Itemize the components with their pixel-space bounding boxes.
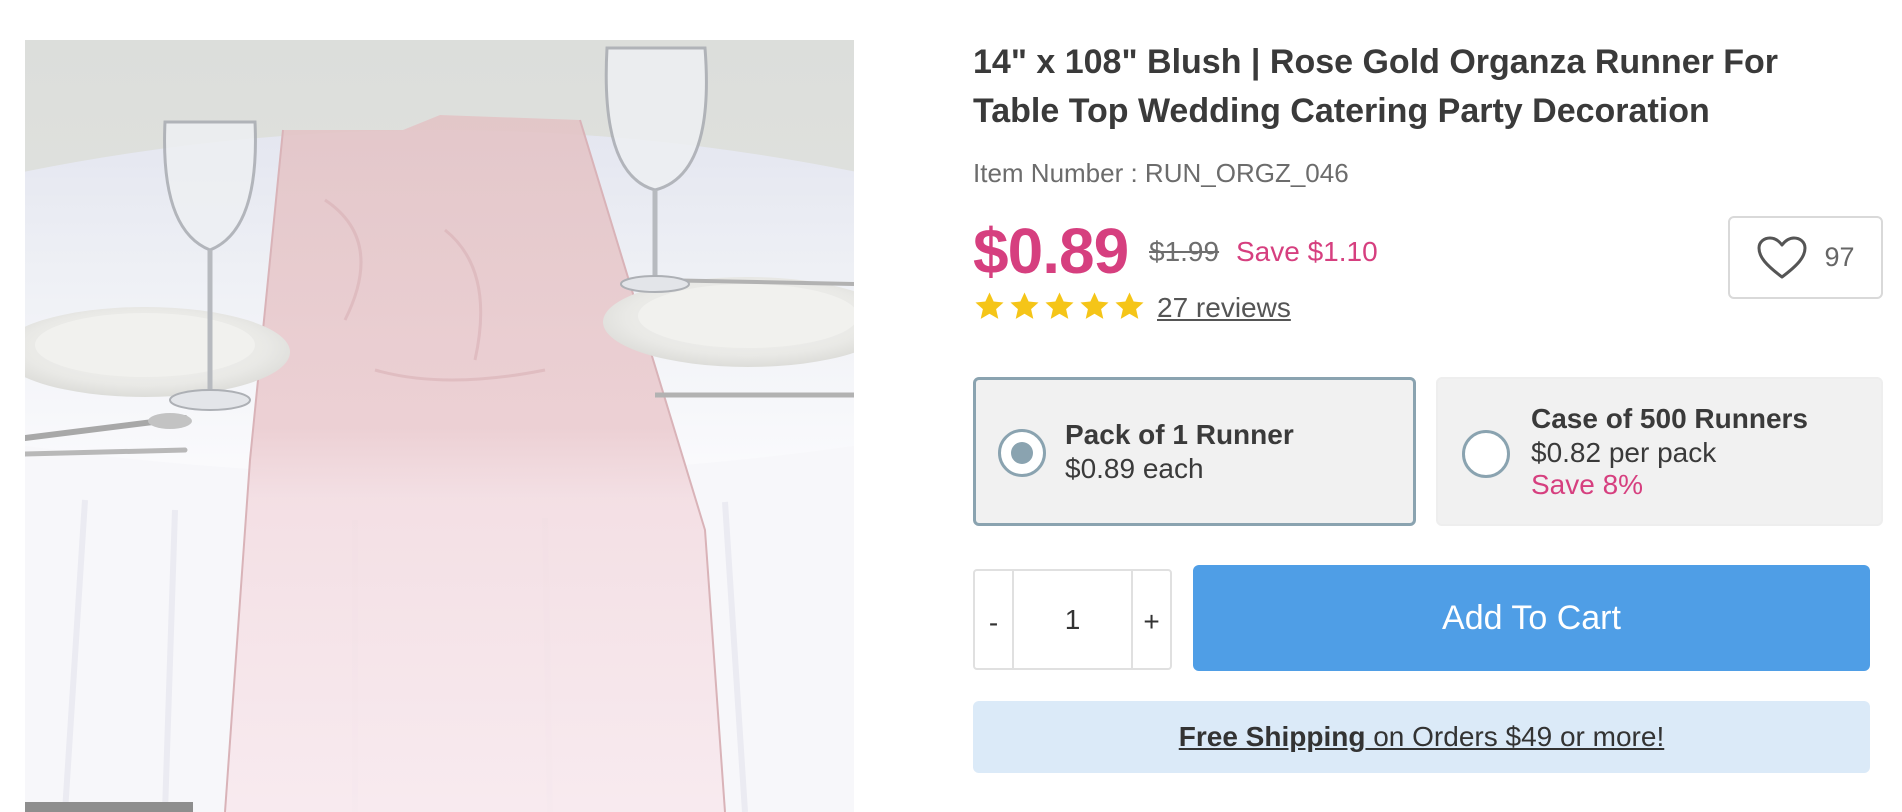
option-case-of-500[interactable]: Case of 500 Runners $0.82 per pack Save … xyxy=(1436,377,1883,526)
free-shipping-banner[interactable]: Free Shipping on Orders $49 or more! xyxy=(973,701,1870,773)
star-icon xyxy=(975,292,1004,319)
wishlist-button[interactable]: 97 xyxy=(1728,216,1883,299)
add-to-cart-button[interactable]: Add To Cart xyxy=(1193,565,1870,671)
product-photo xyxy=(25,40,854,812)
option-name: Case of 500 Runners xyxy=(1531,403,1808,434)
current-price: $0.89 xyxy=(973,215,1129,287)
free-shipping-label: Free Shipping xyxy=(1178,721,1366,752)
reviews-link[interactable]: 27 reviews xyxy=(1157,292,1291,324)
star-icon xyxy=(1010,292,1039,319)
quantity-stepper: - + xyxy=(973,569,1172,670)
option-savings: Save 8% xyxy=(1531,469,1644,500)
item-number: Item Number : RUN_ORGZ_046 xyxy=(973,158,1349,188)
wishlist-count: 97 xyxy=(1824,242,1855,272)
quantity-input[interactable] xyxy=(1014,571,1131,668)
quantity-decrease-button[interactable]: - xyxy=(975,571,1014,668)
original-price: $1.99 xyxy=(1149,236,1220,267)
free-shipping-condition: on Orders $49 or more! xyxy=(1365,721,1665,752)
savings-amount: Save $1.10 xyxy=(1236,236,1378,267)
option-pack-of-1[interactable]: Pack of 1 Runner $0.89 each xyxy=(973,377,1416,526)
product-image[interactable] xyxy=(25,40,854,812)
star-icon xyxy=(1115,292,1144,319)
radio-unselected[interactable] xyxy=(1462,430,1510,478)
option-name: Pack of 1 Runner xyxy=(1065,419,1294,450)
product-details: 14" x 108" Blush | Rose Gold Organza Run… xyxy=(973,0,1883,812)
quantity-increase-button[interactable]: + xyxy=(1131,571,1170,668)
heart-icon xyxy=(1757,236,1807,278)
star-icon xyxy=(1080,292,1109,319)
star-icon xyxy=(1045,292,1074,319)
product-title: 14" x 108" Blush | Rose Gold Organza Run… xyxy=(973,43,1779,130)
radio-selected[interactable] xyxy=(998,429,1046,477)
star-rating[interactable] xyxy=(973,290,1146,326)
option-price: $0.89 each xyxy=(1065,453,1204,484)
option-price: $0.82 per pack xyxy=(1531,437,1717,468)
radio-dot xyxy=(1011,442,1033,464)
image-gallery-tab[interactable] xyxy=(25,802,193,812)
